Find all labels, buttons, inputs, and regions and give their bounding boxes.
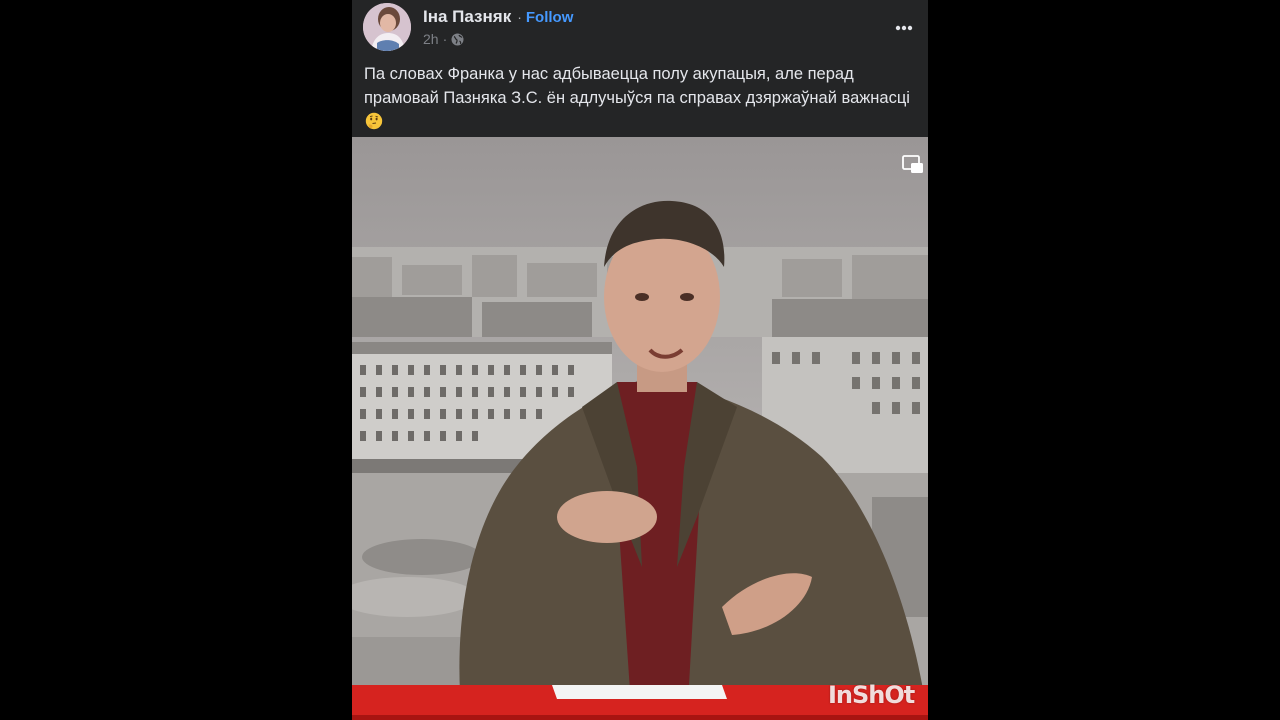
avatar[interactable]: [363, 3, 411, 51]
post-timestamp[interactable]: 2h: [423, 31, 439, 47]
separator-dot: ·: [517, 9, 522, 25]
picture-in-picture-icon[interactable]: [902, 154, 924, 174]
post-text: Па словах Франка у нас адбываецца полу а…: [364, 62, 912, 134]
author-name[interactable]: Іна Пазняк: [423, 7, 511, 27]
meta-separator: ·: [442, 31, 448, 47]
inshot-watermark: InShOt: [828, 681, 915, 709]
video-frame: [352, 137, 928, 720]
author-line: Іна Пазняк · Follow: [423, 6, 573, 28]
globe-icon: [451, 33, 464, 46]
more-options-button[interactable]: [892, 16, 916, 40]
post-header: Іна Пазняк · Follow 2h ·: [352, 0, 928, 56]
thinking-face-icon: [365, 112, 383, 130]
follow-button[interactable]: Follow: [526, 9, 574, 26]
facebook-post-card: Іна Пазняк · Follow 2h · Па словах Франк…: [352, 0, 928, 720]
more-options-icon: [895, 25, 913, 31]
post-text-content: Па словах Франка у нас адбываецца полу а…: [364, 65, 910, 107]
post-meta: 2h ·: [423, 30, 464, 48]
video-player[interactable]: InShOt: [352, 137, 928, 720]
